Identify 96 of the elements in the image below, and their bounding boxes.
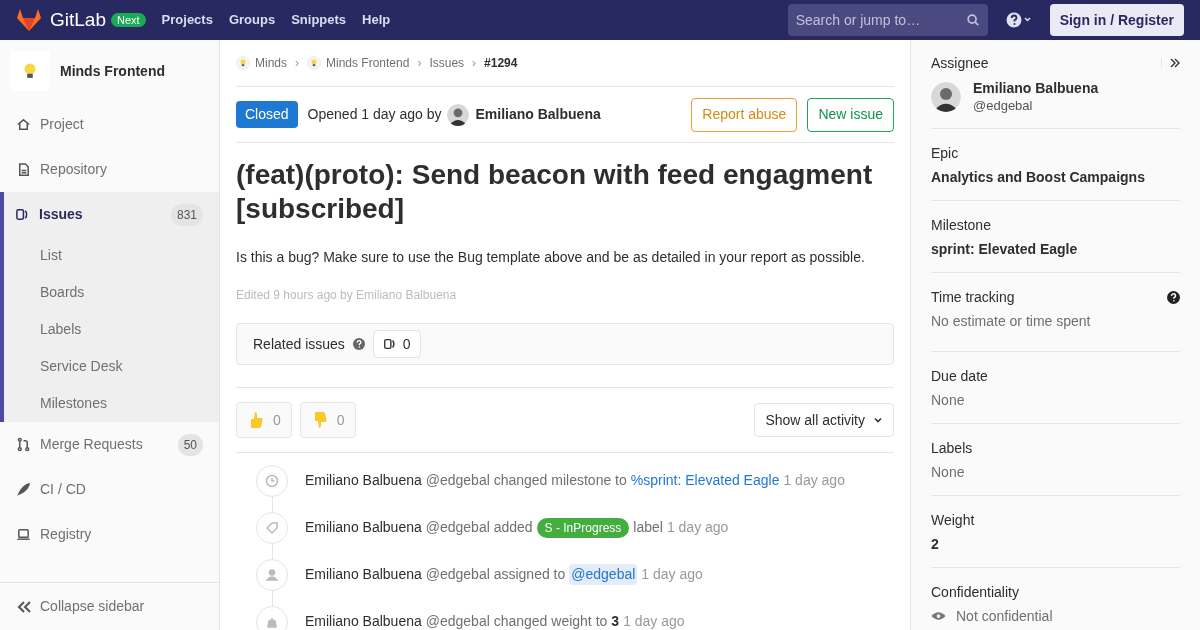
author-name[interactable]: Emiliano Balbuena (305, 564, 422, 585)
eye-icon (931, 611, 946, 621)
section-title: Epic (931, 143, 960, 163)
activity-text: @edgebal added (425, 518, 533, 537)
breadcrumb-separator: › (417, 55, 422, 72)
section-title: Labels (931, 438, 974, 458)
author-name[interactable]: Emiliano Balbuena (305, 611, 422, 630)
section-title: Milestone (931, 215, 992, 235)
chevron-down-icon (873, 415, 883, 425)
reaction-button[interactable]: 0 (236, 402, 292, 438)
section-title: Assignee (931, 53, 990, 73)
author-name[interactable]: Emiliano Balbuena (305, 470, 422, 491)
sign-in-button[interactable]: Sign in / Register (1049, 4, 1184, 36)
sidebar-subitem[interactable]: Boards (4, 274, 219, 311)
author-avatar (447, 103, 470, 126)
breadcrumb-link[interactable]: Minds Frontend (326, 54, 410, 72)
section-value: None (931, 463, 966, 482)
section-value: None (931, 391, 966, 410)
activity-text: @edgebal assigned to (425, 565, 566, 584)
timestamp: 1 day ago (783, 471, 845, 490)
issue-title: (feat)(proto): Send beacon with feed engagment [subscribed] (236, 158, 874, 226)
fox-logo-icon (16, 8, 42, 32)
sidebar-subitem[interactable]: Milestones (4, 385, 219, 422)
breadcrumb-link[interactable]: Minds (255, 54, 287, 72)
sidebar-item[interactable]: CI / CD (0, 467, 219, 512)
count-badge: 50 (177, 433, 203, 456)
label-badge[interactable]: S - InProgress (536, 517, 630, 538)
sidebar-item[interactable]: Issues 831 (4, 192, 219, 237)
section-value: sprint: Elevated Eagle (931, 240, 1079, 259)
section-value: Not confidential (956, 606, 1053, 626)
assignee-name[interactable]: Emiliano Balbuena (973, 79, 1099, 97)
activity-filter-dropdown[interactable]: Show all activity (754, 403, 894, 437)
report-abuse-button[interactable]: Report abuse (691, 97, 798, 132)
timestamp: 1 day ago (666, 518, 729, 537)
sidebar-subitem[interactable]: List (4, 237, 219, 274)
assignee-avatar (931, 82, 961, 112)
section-value: Analytics and Boost Campaigns (931, 168, 1146, 187)
status-badge: Closed (236, 101, 298, 128)
weight-value: 3 (611, 612, 620, 630)
section-value: 2 (931, 535, 940, 554)
home-icon (16, 117, 31, 132)
section-title: Confidentiality (931, 582, 1020, 602)
sidebar-subitem[interactable]: Labels (4, 311, 219, 348)
next-badge: Next (111, 13, 146, 27)
section-title: Time tracking (931, 287, 1016, 307)
search-input[interactable]: Search or jump to… (795, 9, 966, 31)
section-value: No estimate or time spent (931, 312, 1092, 331)
section-title: Due date (931, 366, 989, 386)
nav-link[interactable]: Help (362, 10, 391, 30)
nav-link[interactable]: Groups (228, 10, 276, 30)
author-name[interactable]: Emiliano Balbuena (305, 517, 422, 538)
sidebar-subitem[interactable]: Service Desk (4, 348, 219, 385)
author-name[interactable]: Emiliano Balbuena (475, 104, 601, 125)
timestamp: 1 day ago (641, 565, 703, 584)
section-title: Weight (931, 510, 976, 530)
double-chevron-icon (16, 599, 32, 614)
new-issue-button[interactable]: New issue (807, 97, 894, 132)
sidebar-item[interactable]: Project (0, 102, 219, 147)
sidebar-item[interactable]: Registry (0, 512, 219, 557)
help-icon[interactable] (1167, 290, 1180, 304)
sidebar-item[interactable]: Merge Requests 50 (0, 422, 219, 467)
sidebar-item[interactable]: Repository (0, 147, 219, 192)
related-count[interactable]: 0 (372, 330, 421, 358)
help-icon[interactable] (1005, 12, 1032, 28)
search-icon (965, 13, 980, 27)
timestamp: 1 day ago (623, 612, 685, 630)
activity-text: @edgebal changed weight to (425, 612, 608, 630)
assignee-handle: @edgebal (973, 97, 1034, 115)
nav-link[interactable]: Projects (161, 10, 213, 30)
document-icon (16, 162, 31, 177)
nav-link[interactable]: Snippets (291, 10, 347, 30)
issue-description: Is this a bug? Make sure to use the Bug template above and be as detailed in your report as possible. (236, 248, 866, 267)
breadcrumb-separator: › (472, 55, 477, 72)
double-chevron-icon[interactable] (1170, 58, 1180, 68)
laptop-icon (16, 527, 31, 542)
milestone-link[interactable]: %sprint: Elevated Eagle (630, 470, 780, 491)
breadcrumb-link[interactable]: Issues (429, 54, 465, 72)
merge-icon (16, 437, 31, 452)
breadcrumb-separator: › (295, 55, 299, 72)
opened-text: Opened 1 day ago by (307, 105, 442, 124)
edited-note: Edited 9 hours ago by Emiliano Balbuena (236, 287, 458, 304)
related-issues-title: Related issues (253, 334, 345, 354)
activity-text: @edgebal changed milestone to (425, 471, 627, 490)
project-name[interactable]: Minds Frontend (60, 60, 165, 82)
brand-name[interactable]: GitLab (50, 5, 106, 35)
breadcrumb-link[interactable]: #1294 (484, 54, 518, 72)
lightbulb-icon (309, 58, 319, 68)
collapse-sidebar-button[interactable]: Collapse sidebar (0, 582, 219, 630)
search-field[interactable]: Search or jump to… (787, 4, 988, 36)
count-badge: 831 (170, 203, 203, 226)
issues-icon (382, 337, 397, 351)
issues-icon (15, 207, 30, 222)
reaction-button[interactable]: 0 (299, 402, 356, 438)
lightbulb-icon (238, 58, 248, 68)
user-mention[interactable]: @edgebal (569, 564, 638, 585)
activity-text: label (633, 518, 663, 537)
